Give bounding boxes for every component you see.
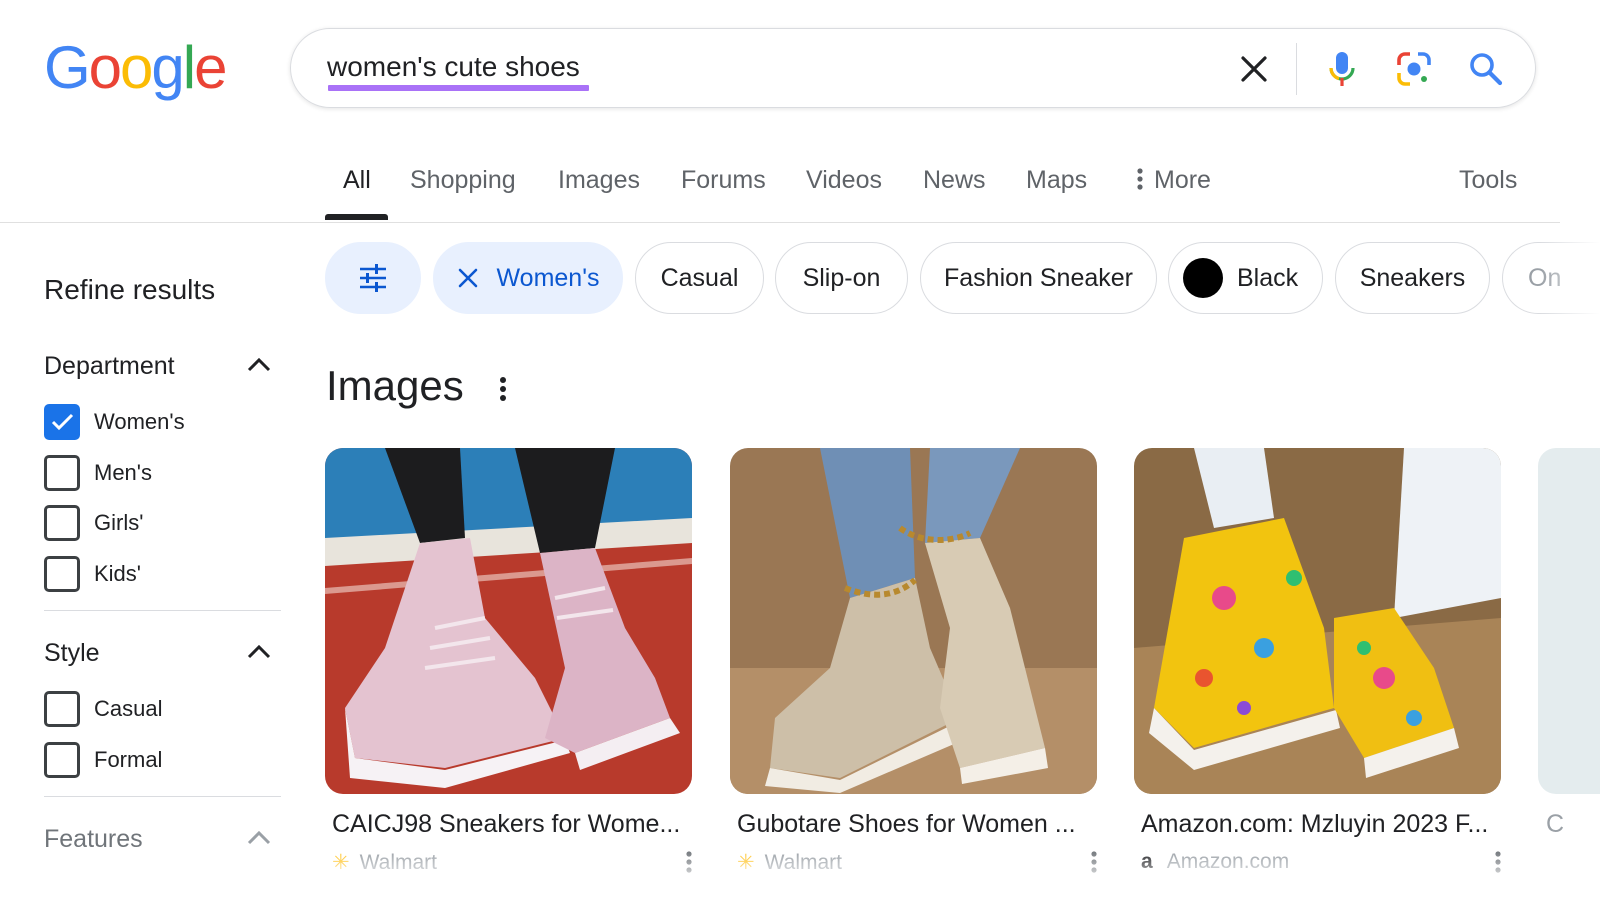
pink-sneakers-image [325,448,692,794]
lens-camera-icon[interactable] [1394,49,1434,89]
refine-results-title: Refine results [44,274,216,305]
sidebar-divider [44,796,281,797]
amazon-icon: a [1141,850,1153,873]
tools-button[interactable]: Tools [1459,166,1517,195]
active-tab-indicator [325,214,388,220]
tab-forums[interactable]: Forums [681,166,766,195]
source-name: Walmart [764,851,842,874]
images-section-title: Images [326,362,464,409]
image-result-thumbnail[interactable] [730,448,1097,794]
checkbox-mens[interactable] [44,455,80,491]
chip-sneakers[interactable]: Sneakers [1335,242,1490,314]
checkbox-formal[interactable] [44,742,80,778]
tab-more[interactable]: More [1136,166,1211,195]
tab-images[interactable]: Images [558,166,640,195]
checkmark-icon [51,413,74,431]
more-options-icon[interactable] [685,850,693,874]
walmart-spark-icon: ✳ [737,851,755,874]
color-swatch-icon [1183,258,1223,298]
sidebar-divider [44,610,281,611]
search-icon[interactable] [1466,49,1506,89]
chip-label: Slip-on [802,263,881,292]
checkbox-label[interactable]: Formal [94,747,162,773]
image-result-title[interactable]: CAICJ98 Sneakers for Wome... [332,810,680,839]
sliders-icon [360,264,386,292]
style-heading[interactable]: Style [44,639,100,668]
image-result-thumbnail[interactable] [1134,448,1501,794]
search-divider [1296,43,1297,95]
checkbox-womens[interactable] [44,404,80,440]
tab-videos[interactable]: Videos [806,166,882,195]
query-highlight-underline [328,85,589,91]
chips-fade-edge [1540,238,1600,318]
logo-letter: G [44,34,91,101]
chip-fashion-sneaker[interactable]: Fashion Sneaker [920,242,1157,314]
microphone-icon[interactable] [1322,49,1362,89]
walmart-spark-icon: ✳ [332,851,350,874]
close-icon [458,268,477,288]
image-result-title[interactable]: Gubotare Shoes for Women ... [737,810,1076,839]
department-heading[interactable]: Department [44,352,175,381]
checkbox-kids[interactable] [44,556,80,592]
tab-all[interactable]: All [343,166,371,195]
search-tabs: All Shopping Images Forums Videos News M… [0,160,1560,223]
logo-letter: g [151,34,184,101]
chevron-up-icon[interactable] [246,827,272,847]
logo-letter: o [120,34,153,101]
more-dots-icon [1137,168,1143,190]
tab-news[interactable]: News [923,166,986,195]
checkbox-label[interactable]: Girls' [94,510,143,536]
chevron-up-icon[interactable] [246,641,272,661]
image-result-source[interactable]: ✳ Walmart [332,850,437,875]
more-options-icon[interactable] [1090,850,1098,874]
image-result-thumbnail[interactable] [1538,448,1600,794]
filter-settings-chip[interactable] [325,242,421,314]
features-heading[interactable]: Features [44,825,143,854]
tab-maps[interactable]: Maps [1026,166,1087,195]
checkbox-casual[interactable] [44,691,80,727]
search-box[interactable]: women's cute shoes [290,28,1536,108]
checkbox-label[interactable]: Men's [94,460,152,486]
chip-womens[interactable]: Women's [433,242,623,314]
chevron-up-icon[interactable] [246,354,272,374]
chip-label: Sneakers [1359,263,1466,292]
google-logo[interactable]: Google [44,34,228,101]
checkbox-label[interactable]: Casual [94,696,162,722]
floral-shoes-image [1134,448,1501,794]
checkbox-label[interactable]: Kids' [94,561,141,587]
tab-more-label: More [1154,166,1211,194]
source-name: Amazon.com [1166,850,1290,873]
chip-casual[interactable]: Casual [635,242,764,314]
tab-shopping[interactable]: Shopping [410,166,516,195]
chip-label: Black [1237,263,1299,292]
logo-letter: e [194,34,227,101]
image-result-title[interactable]: Amazon.com: Mzluyin 2023 F... [1141,810,1488,839]
image-result-title[interactable]: C [1546,810,1564,839]
logo-letter: o [88,34,122,101]
chip-black[interactable]: Black [1168,242,1323,314]
more-options-icon[interactable] [499,376,507,402]
more-options-icon[interactable] [1494,850,1502,874]
logo-letter: l [182,34,196,101]
checkbox-label[interactable]: Women's [94,409,185,435]
search-input[interactable]: women's cute shoes [327,51,580,83]
chip-label: Women's [496,263,600,292]
checkbox-girls[interactable] [44,505,80,541]
image-result-thumbnail[interactable] [325,448,692,794]
chip-label: Fashion Sneaker [943,263,1133,292]
image-result-source[interactable]: ✳ Walmart [737,850,842,875]
chip-slip-on[interactable]: Slip-on [775,242,908,314]
clear-icon[interactable] [1234,49,1274,89]
image-result-source[interactable]: a Amazon.com [1141,850,1289,874]
beige-sneakers-image [730,448,1097,794]
source-name: Walmart [359,851,437,874]
chip-label: Casual [660,263,739,292]
